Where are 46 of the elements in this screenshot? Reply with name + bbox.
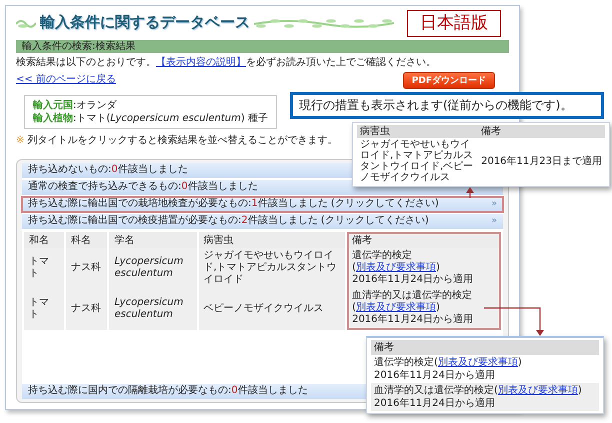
- summary-label: 輸入植物: [33, 112, 73, 124]
- table-cell: ナス科: [66, 288, 108, 330]
- column-header: 病害虫: [357, 125, 478, 138]
- column-header[interactable]: 和名: [24, 232, 64, 248]
- expand-icon: »: [491, 198, 497, 210]
- column-header[interactable]: 備考: [347, 232, 501, 248]
- column-header: 備考: [371, 340, 599, 355]
- column-header[interactable]: 科名: [66, 232, 108, 248]
- remark-text: 遺伝学的検定(別表及び要求事項): [374, 356, 523, 369]
- callout-text: 現行の措置も表示されます(従前からの機能です)。: [290, 92, 604, 119]
- language-label: 日本語版: [407, 10, 501, 38]
- pdf-download-button[interactable]: PDFダウンロード: [402, 72, 495, 89]
- table-cell: ナス科: [66, 248, 108, 288]
- table-cell: トマト: [24, 248, 64, 288]
- remark-text: 血清学的又は遺伝学的検定(別表及び要求事項): [352, 290, 474, 314]
- note-text: 列タイトルをクリックすると検索結果を並べ替えることができます。: [27, 134, 338, 147]
- connector-arrow: [484, 307, 544, 336]
- remark-text: 2016年11月24日から適用: [352, 314, 474, 326]
- breadcrumb-bar: 輸入条件の検索:検索結果: [16, 40, 509, 53]
- intro-text: 検索結果は以下のとおりです。【表示内容の説明】を必ずお読み頂いた上でご確認ください。: [16, 57, 437, 70]
- requirements-link[interactable]: 別表及び要求事項: [356, 302, 436, 313]
- back-link[interactable]: << 前のページに戻る: [16, 74, 116, 87]
- note-mark: ※: [16, 134, 24, 147]
- table-cell: ベピーノモザイクウイルス: [198, 288, 346, 330]
- summary-value: :オランダ: [73, 100, 116, 110]
- category-header[interactable]: 持ち込む際に輸出国での検疫措置が必要なもの:2件該当しました (クリックしてください) »: [22, 214, 503, 229]
- summary-value: :トマト(Lycopersicum esculentum) 種子: [73, 112, 268, 124]
- help-link[interactable]: 【表示内容の説明】: [156, 57, 246, 68]
- summary-label: 輸入元国: [33, 100, 73, 110]
- table-cell: Lycopersicum esculentum: [109, 288, 197, 330]
- column-header[interactable]: 病害虫: [198, 232, 346, 248]
- column-header[interactable]: 学名: [109, 232, 197, 248]
- table-cell: ジャガイモやせいもウイロイド,トマトアピカルスタントウイロイド: [198, 248, 346, 288]
- requirements-link[interactable]: 別表及び要求事項: [356, 262, 436, 273]
- category-header[interactable]: 持ち込む際に輸出国での栽培地検査が必要なもの:1件該当しました (クリックしてください) »: [22, 197, 503, 212]
- requirements-link[interactable]: 別表及び要求事項: [438, 357, 518, 368]
- column-header: 備考: [478, 125, 605, 138]
- connector-arrow: [466, 187, 474, 198]
- remark-text: 2016年11月24日から適用: [374, 397, 496, 410]
- remark-text: 遺伝学的検定(別表及び要求事項): [352, 250, 441, 274]
- table-cell: トマト: [24, 288, 64, 330]
- remark-text: 2016年11月24日から適用: [374, 369, 496, 382]
- expand-icon: »: [491, 216, 497, 228]
- table-cell: Lycopersicum esculentum: [109, 248, 197, 288]
- remark-text: 2016年11月24日から適用: [352, 274, 474, 286]
- page-title: 輸入条件に関するデータベース: [40, 13, 250, 32]
